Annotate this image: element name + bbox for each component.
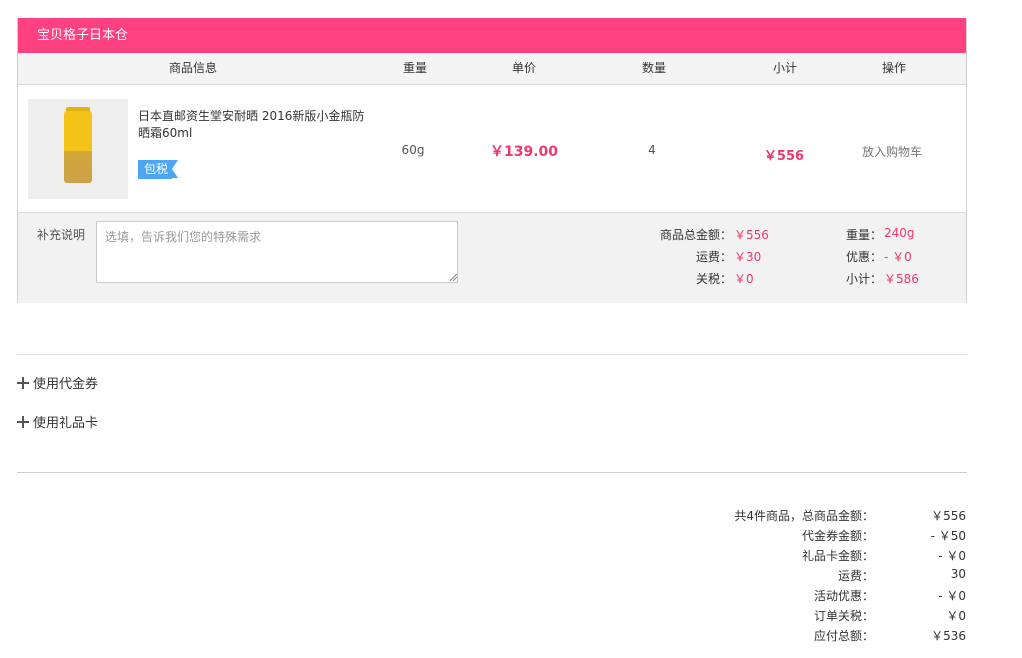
use-giftcard-toggle[interactable]: 使用礼品卡	[17, 416, 98, 432]
order-goods-total-label: 共4件商品，总商品金额：	[734, 509, 874, 523]
bottle-graphic	[64, 111, 92, 183]
order-tax-label: 订单关税：	[813, 609, 874, 623]
goods-total-value: ￥556	[734, 228, 769, 242]
order-shipping-label: 运费：	[837, 569, 874, 583]
order-payable-label: 应付总额：	[813, 629, 874, 643]
order-promo-value: - ￥0	[938, 589, 966, 603]
plus-icon	[17, 377, 29, 389]
item-subtotal: ￥556	[763, 149, 805, 164]
column-header-quantity: 数量	[641, 61, 667, 75]
remark-textarea[interactable]	[96, 221, 458, 283]
column-header-subtotal: 小计	[772, 61, 798, 75]
divider	[17, 354, 967, 355]
shipping-value: ￥30	[734, 250, 762, 264]
column-header-action: 操作	[881, 61, 907, 75]
order-payable-value: ￥536	[931, 629, 966, 643]
total-weight-label: 重量：	[845, 228, 882, 242]
column-header-row: 商品信息 重量 单价 数量 小计 操作	[18, 53, 966, 85]
order-promo-label: 活动优惠：	[813, 589, 874, 603]
column-header-weight: 重量	[402, 61, 428, 75]
order-voucher-value: - ￥50	[930, 529, 966, 543]
order-tax-value: ￥0	[946, 609, 966, 623]
resize-grip-icon[interactable]	[449, 273, 457, 281]
use-voucher-toggle[interactable]: 使用代金券	[17, 377, 98, 393]
divider	[17, 472, 967, 473]
order-giftcard-value: - ￥0	[938, 549, 966, 563]
column-header-price: 单价	[511, 61, 537, 75]
use-voucher-label: 使用代金券	[33, 377, 99, 392]
item-unit-price: ￥139.00	[489, 144, 559, 160]
item-weight: 60g	[401, 143, 425, 157]
order-giftcard-label: 礼品卡金额：	[801, 549, 874, 563]
column-header-product: 商品信息	[168, 61, 218, 75]
use-giftcard-label: 使用礼品卡	[33, 416, 99, 431]
add-to-cart-link[interactable]: 放入购物车	[862, 143, 922, 160]
shipping-label: 运费：	[695, 250, 732, 264]
discount-label: 优惠：	[845, 250, 882, 264]
product-image[interactable]	[28, 99, 128, 199]
order-shipping-value: 30	[950, 567, 966, 581]
store-subtotal-label: 小计：	[845, 272, 882, 286]
total-weight-value: 240g	[884, 226, 915, 240]
item-quantity: 4	[648, 143, 656, 157]
plus-icon	[17, 416, 29, 428]
tax-included-badge: 包税	[138, 160, 178, 179]
order-voucher-label: 代金券金额：	[801, 529, 874, 543]
discount-value: - ￥0	[884, 250, 912, 264]
store-subtotal-value: ￥586	[884, 272, 919, 286]
order-goods-total-value: ￥556	[931, 509, 966, 523]
remark-label: 补充说明	[37, 228, 86, 242]
tax-value: ￥0	[734, 272, 754, 286]
tax-label: 关税：	[695, 272, 732, 286]
goods-total-label: 商品总金额：	[659, 228, 732, 242]
product-name-link[interactable]: 日本直邮资生堂安耐晒 2016新版小金瓶防晒霜60ml	[138, 108, 370, 142]
